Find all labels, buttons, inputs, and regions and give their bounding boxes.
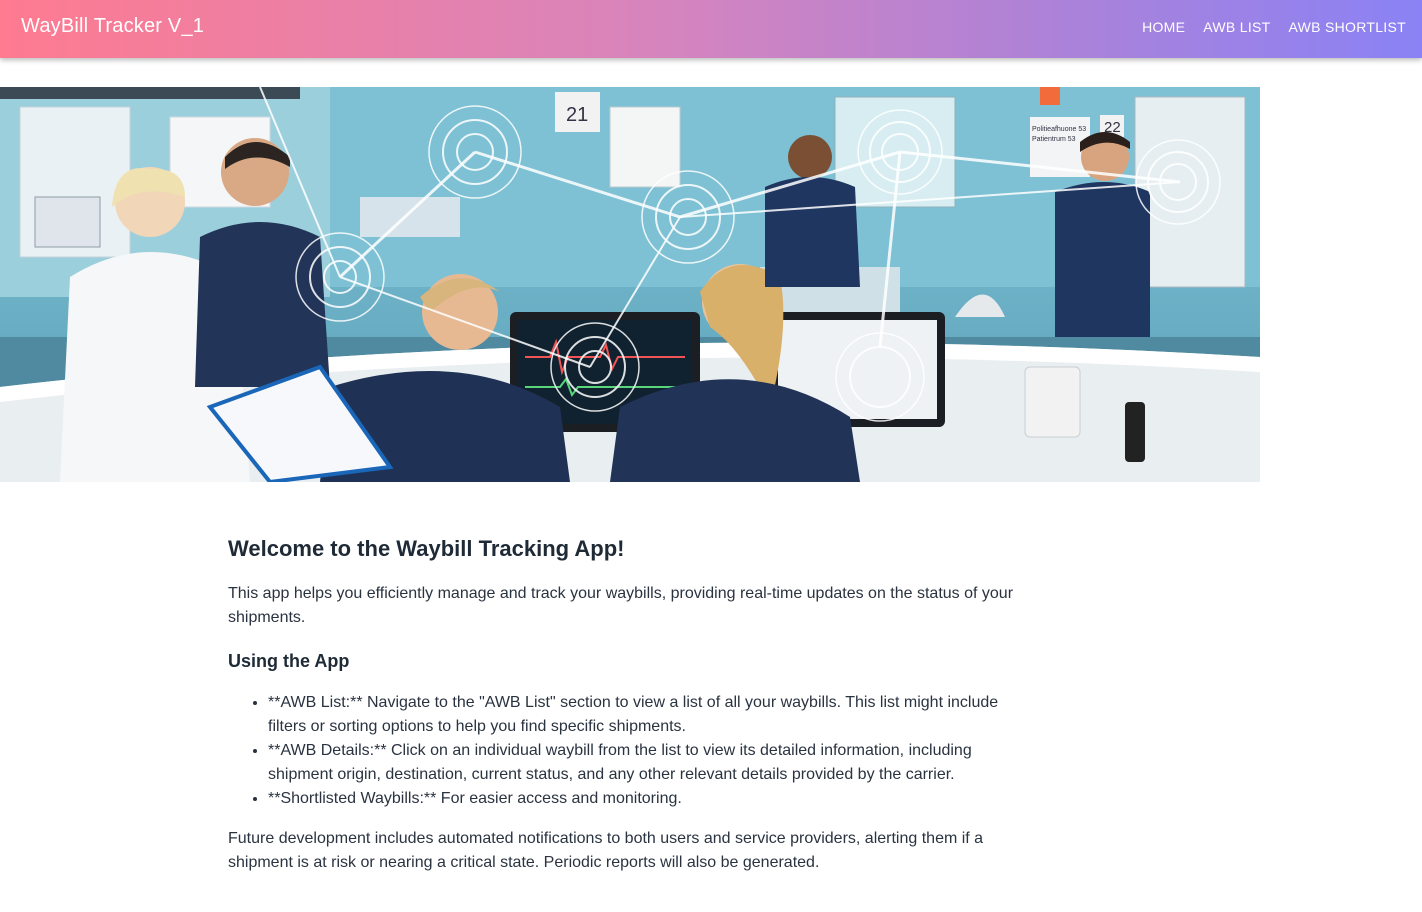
- list-item: **AWB List:** Navigate to the "AWB List"…: [268, 691, 1028, 739]
- room-number-21: 21: [566, 104, 588, 126]
- nav-home[interactable]: HOME: [1142, 19, 1185, 35]
- main-content: Welcome to the Waybill Tracking App! Thi…: [228, 536, 1028, 875]
- sign-line-2: Patientrum 53: [1032, 136, 1076, 143]
- page-title: Welcome to the Waybill Tracking App!: [228, 536, 625, 561]
- hospital-scene-illustration: 21 Politieafhuone 53 Patientrum 53 22: [0, 87, 1260, 482]
- main-nav: HOME AWB LIST AWB SHORTLIST: [1142, 19, 1406, 35]
- intro-paragraph: This app helps you efficiently manage an…: [228, 585, 1014, 626]
- nav-awb-list[interactable]: AWB LIST: [1203, 19, 1270, 35]
- sign-line-1: Politieafhuone 53: [1032, 126, 1086, 133]
- future-development-paragraph: Future development includes automated no…: [228, 830, 984, 871]
- nav-awb-shortlist[interactable]: AWB SHORTLIST: [1289, 19, 1406, 35]
- list-item: **AWB Details:** Click on an individual …: [268, 739, 1028, 787]
- list-item: **Shortlisted Waybills:** For easier acc…: [268, 787, 1028, 811]
- usage-list: **AWB List:** Navigate to the "AWB List"…: [228, 691, 1028, 811]
- app-title[interactable]: WayBill Tracker V_1: [21, 15, 204, 38]
- hero-image: 21 Politieafhuone 53 Patientrum 53 22: [0, 87, 1260, 482]
- app-header: WayBill Tracker V_1 HOME AWB LIST AWB SH…: [0, 0, 1422, 58]
- section-heading-using-app: Using the App: [228, 651, 350, 671]
